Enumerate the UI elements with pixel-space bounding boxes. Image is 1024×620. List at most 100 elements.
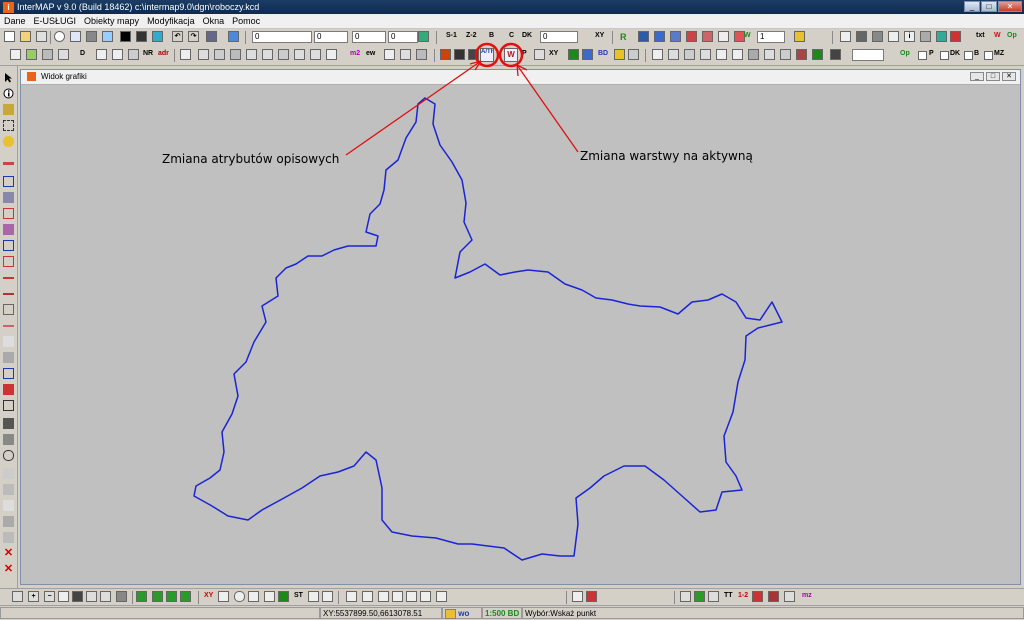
close-button[interactable]: ✕ [998, 1, 1022, 12]
graphics-minimize-button[interactable]: _ [970, 72, 984, 81]
pan-right-icon[interactable] [180, 591, 191, 602]
info-icon[interactable] [54, 31, 65, 42]
construct-icon[interactable] [346, 591, 357, 602]
rectangle-icon[interactable] [180, 49, 191, 60]
menu-okna[interactable]: Okna [199, 16, 229, 26]
undo-view-icon[interactable] [708, 591, 719, 602]
fence-icon[interactable] [214, 49, 225, 60]
status-scale[interactable]: 1:500 BD [482, 607, 522, 619]
menu-pomoc[interactable]: Pomoc [228, 16, 264, 26]
xy-button[interactable]: XY [595, 32, 604, 39]
distance-icon[interactable] [378, 591, 389, 602]
split-icon[interactable] [684, 49, 695, 60]
diagonal-icon[interactable] [3, 325, 14, 327]
hatching-icon[interactable] [128, 49, 139, 60]
cancel-tool-icon[interactable]: ✕ [3, 548, 14, 559]
stairs-icon[interactable] [246, 49, 257, 60]
zoom-out-icon[interactable]: − [44, 591, 55, 602]
d-button[interactable]: D [80, 50, 85, 57]
points-icon[interactable] [752, 591, 763, 602]
coordinate-input[interactable]: 0 [252, 31, 312, 43]
zoom-previous-icon[interactable] [86, 591, 97, 602]
node-move-icon[interactable] [3, 352, 14, 363]
arrow-icon[interactable] [700, 49, 711, 60]
pointer-icon[interactable] [3, 72, 14, 83]
point-icon[interactable] [10, 49, 21, 60]
b-checkbox[interactable] [964, 51, 973, 60]
z2-button[interactable]: Z-2 [466, 32, 477, 39]
value-input-b[interactable]: 0 [352, 31, 386, 43]
layers-icon[interactable] [152, 31, 163, 42]
vertex-icon[interactable] [668, 49, 679, 60]
value-input-c[interactable]: 0 [388, 31, 418, 43]
attribute-table-icon[interactable] [468, 49, 479, 60]
r-button[interactable]: R [620, 32, 627, 42]
snap-icon[interactable] [840, 31, 851, 42]
print-icon[interactable] [86, 31, 97, 42]
st-button[interactable]: ST [294, 592, 303, 599]
line-tool-icon[interactable] [3, 162, 14, 165]
undo-icon[interactable]: ↶ [172, 31, 183, 42]
open-folder-icon[interactable] [20, 31, 31, 42]
change-layer-icon[interactable]: W [504, 48, 518, 62]
stop-icon[interactable] [950, 31, 961, 42]
window-close-icon[interactable] [586, 591, 597, 602]
arrow-down-icon[interactable] [418, 31, 429, 42]
green-snap-icon[interactable] [278, 591, 289, 602]
tree-icon[interactable] [26, 49, 37, 60]
barcode-icon[interactable] [454, 49, 465, 60]
graphics-restore-button[interactable]: □ [986, 72, 1000, 81]
grid-snap-icon[interactable] [856, 31, 867, 42]
mark-icon[interactable] [436, 591, 447, 602]
building-icon[interactable] [198, 49, 209, 60]
op-input[interactable] [852, 49, 884, 61]
maximize-button[interactable]: □ [981, 1, 997, 12]
wall-icon[interactable] [262, 49, 273, 60]
b-button[interactable]: B [489, 32, 494, 39]
select-area-icon[interactable] [654, 31, 665, 42]
w-level-button[interactable]: W [744, 32, 751, 39]
grid-icon[interactable] [718, 31, 729, 42]
line-icon[interactable] [58, 49, 69, 60]
circle-snap-icon[interactable] [234, 591, 245, 602]
north-icon[interactable] [12, 591, 23, 602]
txt-button[interactable]: txt [976, 32, 985, 39]
list-icon[interactable] [206, 31, 217, 42]
parallel-icon[interactable] [3, 304, 14, 315]
zoom-extents-icon[interactable] [72, 591, 83, 602]
w-button[interactable]: W [994, 32, 1001, 39]
s1-button[interactable]: S-1 [446, 32, 457, 39]
perpendicular-snap-icon[interactable] [264, 591, 275, 602]
one-two-button[interactable]: 1-2 [738, 592, 748, 599]
break-icon[interactable] [3, 208, 14, 219]
refresh-view-icon[interactable] [694, 591, 705, 602]
menu-e-uslugi[interactable]: E-USŁUGI [30, 16, 81, 26]
rows-icon[interactable] [3, 434, 14, 445]
tool-gear-icon[interactable] [614, 49, 625, 60]
add-node-icon[interactable] [716, 49, 727, 60]
mz-checkbox[interactable] [984, 51, 993, 60]
delete-tool-icon[interactable] [3, 384, 14, 395]
node-icon[interactable] [652, 49, 663, 60]
edit-icon[interactable] [326, 49, 337, 60]
extend-icon[interactable] [3, 240, 14, 251]
refresh-icon[interactable] [228, 31, 239, 42]
color-icon[interactable] [440, 49, 451, 60]
table-icon[interactable] [416, 49, 427, 60]
save-as-icon[interactable] [136, 31, 147, 42]
paste-tool-icon[interactable] [3, 484, 14, 495]
copy-tool-icon[interactable] [3, 468, 14, 479]
save-icon[interactable] [120, 31, 131, 42]
grid-tool-icon[interactable] [3, 400, 14, 411]
dropdown-icon[interactable] [36, 31, 47, 42]
pan-icon[interactable] [116, 591, 127, 602]
graphics-close-button[interactable]: ✕ [1002, 72, 1016, 81]
pan-left-icon[interactable] [136, 591, 147, 602]
zoom-window-icon[interactable] [58, 591, 69, 602]
dk-button[interactable]: DK [522, 32, 532, 39]
mz-button[interactable]: mz [802, 592, 812, 599]
rotate-view-icon[interactable] [680, 591, 691, 602]
select-icon[interactable] [638, 31, 649, 42]
line-snap-icon[interactable] [218, 591, 229, 602]
edit-tool-icon[interactable] [3, 104, 14, 115]
